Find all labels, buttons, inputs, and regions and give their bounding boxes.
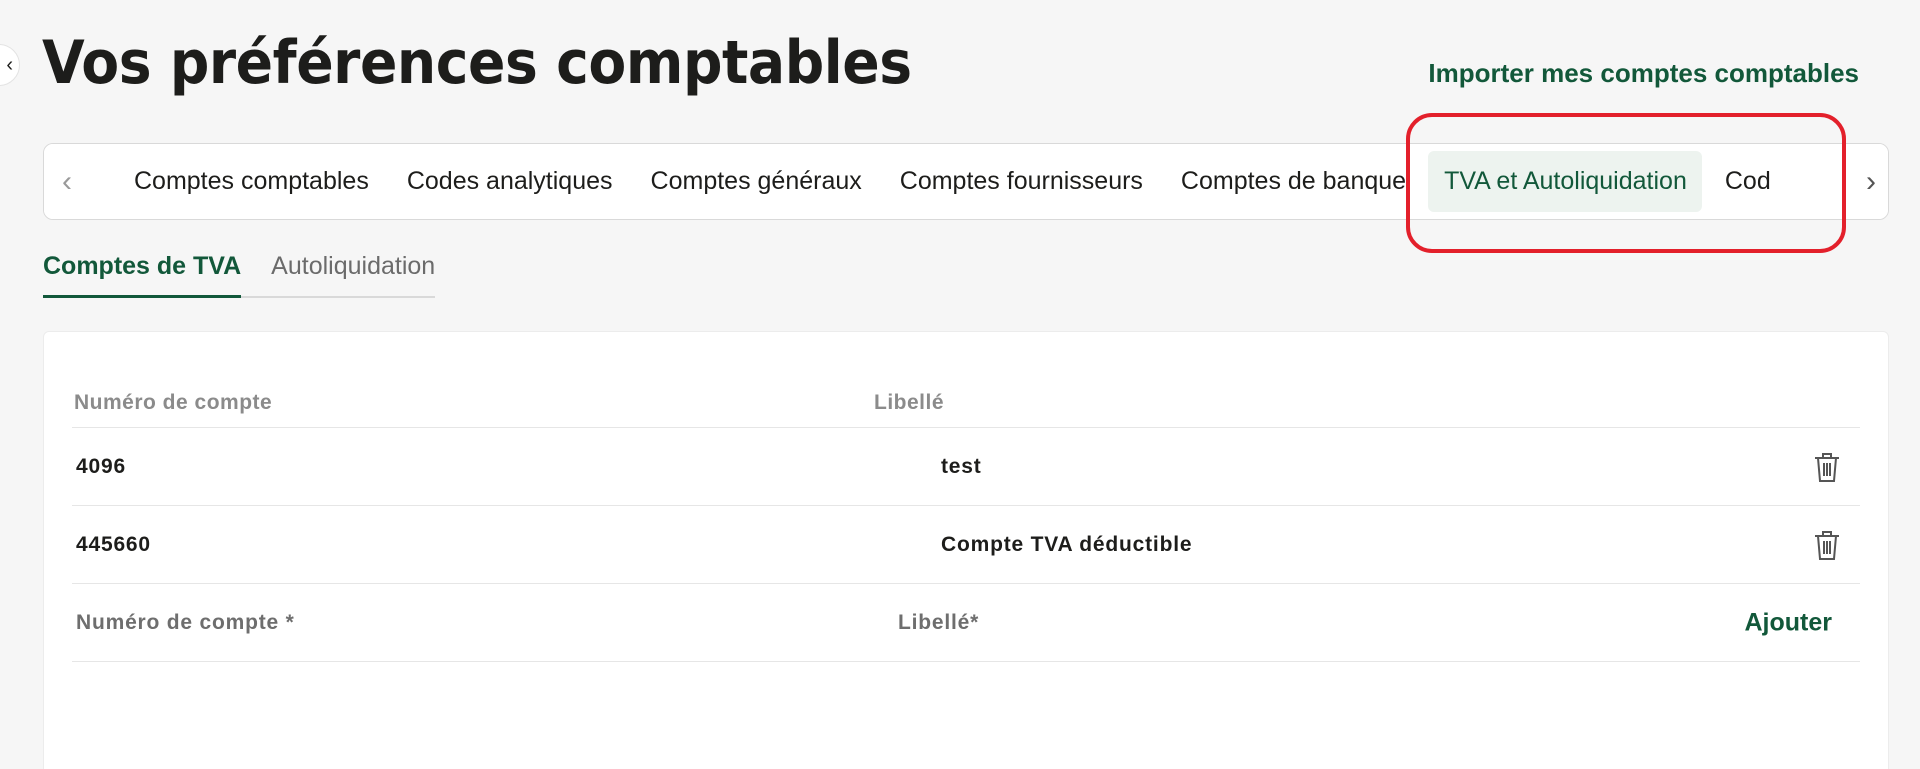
subtab-autoliquidation[interactable]: Autoliquidation — [271, 248, 435, 296]
account-label-cell: test — [941, 454, 982, 478]
trash-icon[interactable] — [1812, 451, 1842, 483]
page-title: Vos préférences comptables — [42, 28, 912, 98]
account-label-cell: Compte TVA déductible — [941, 532, 1193, 556]
import-accounts-link[interactable]: Importer mes comptes comptables — [1428, 58, 1859, 89]
tab-comptes-comptables[interactable]: Comptes comptables — [118, 151, 384, 212]
tabs-scroll-left-button[interactable]: ‹ — [44, 144, 90, 219]
vat-accounts-card: Numéro de compte Libellé 4096 test 44566… — [43, 331, 1889, 769]
tab-tva-autoliquidation[interactable]: TVA et Autoliquidation — [1428, 151, 1702, 212]
chevron-left-icon: ‹ — [62, 164, 72, 198]
tab-codes-analytiques[interactable]: Codes analytiques — [391, 151, 628, 212]
vat-accounts-table: Numéro de compte Libellé 4096 test 44566… — [72, 332, 1860, 662]
category-tab-bar: ‹ Comptes comptables Codes analytiques C… — [43, 143, 1889, 220]
subtab-bar: Comptes de TVA Autoliquidation — [43, 248, 436, 298]
arrow-left-icon: ‹ — [6, 53, 13, 76]
column-header-account-number: Numéro de compte — [74, 391, 273, 414]
tab-comptes-de-banque[interactable]: Comptes de banque — [1165, 151, 1421, 212]
tab-codes-partial[interactable]: Cod — [1709, 151, 1786, 212]
tab-comptes-generaux[interactable]: Comptes généraux — [635, 151, 877, 212]
account-number-cell: 445660 — [76, 532, 151, 556]
add-account-button[interactable]: Ajouter — [1745, 608, 1833, 637]
account-number-cell: 4096 — [76, 454, 126, 478]
add-account-form-row: Ajouter — [72, 584, 1860, 662]
tabs-track: Comptes comptables Codes analytiques Com… — [90, 151, 1793, 212]
page: ‹ Vos préférences comptables Importer me… — [0, 0, 1920, 769]
trash-icon[interactable] — [1812, 529, 1842, 561]
table-header-row: Numéro de compte Libellé — [72, 332, 1860, 428]
subtab-comptes-de-tva[interactable]: Comptes de TVA — [43, 248, 242, 298]
chevron-right-icon: › — [1866, 164, 1876, 198]
back-button[interactable]: ‹ — [0, 44, 20, 86]
tab-comptes-fournisseurs[interactable]: Comptes fournisseurs — [884, 151, 1158, 212]
table-row: 445660 Compte TVA déductible — [72, 506, 1860, 584]
account-number-input[interactable] — [72, 609, 898, 636]
column-header-label: Libellé — [874, 391, 945, 414]
table-row: 4096 test — [72, 428, 1860, 506]
account-label-input[interactable] — [898, 609, 1600, 636]
tabs-scroll-right-button[interactable]: › — [1854, 144, 1888, 219]
